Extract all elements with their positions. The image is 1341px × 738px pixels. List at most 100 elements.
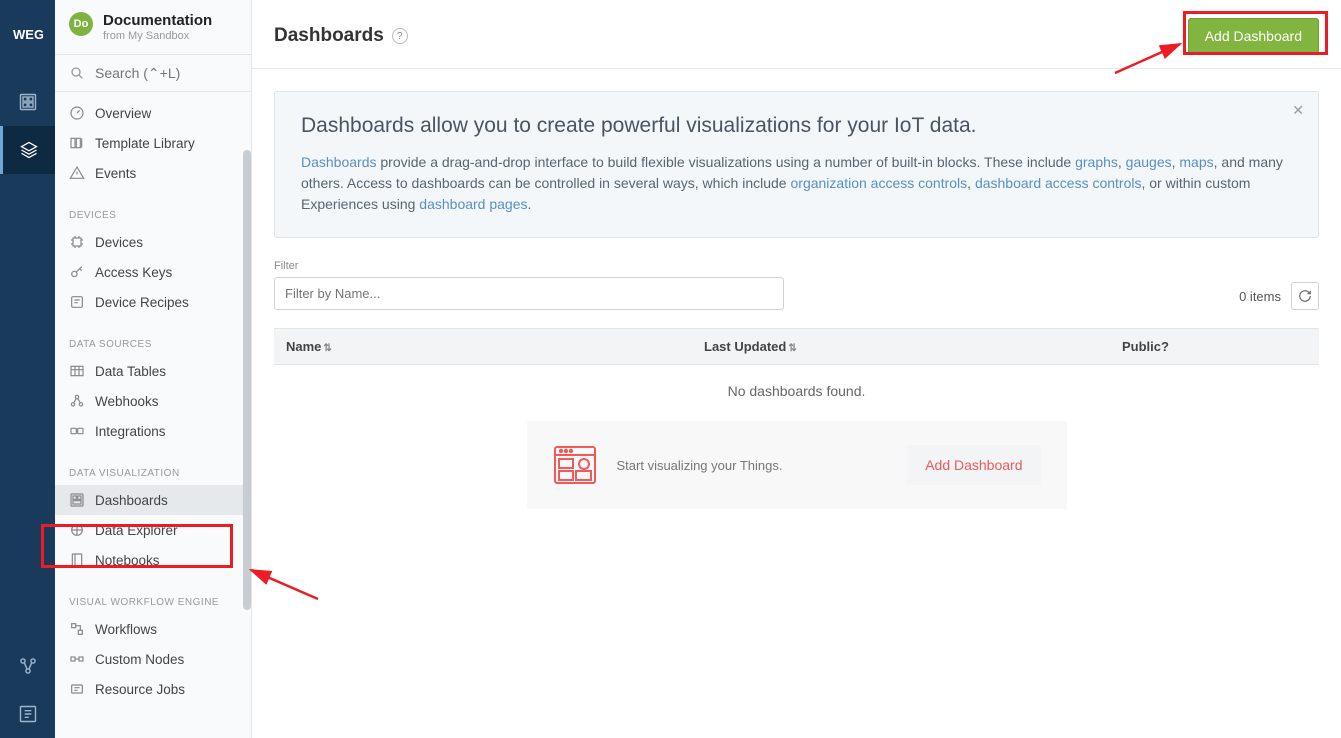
nav-label: Data Explorer (95, 523, 178, 538)
nav-custom-nodes[interactable]: Custom Nodes (55, 644, 251, 674)
nav-heading: VISUAL WORKFLOW ENGINE (55, 587, 251, 614)
link-org-access[interactable]: organization access controls (791, 175, 968, 191)
link-gauges[interactable]: gauges (1126, 154, 1172, 170)
nav-template-library[interactable]: Template Library (55, 128, 251, 158)
nav-label: Custom Nodes (95, 652, 184, 667)
sort-icon: ⇅ (323, 343, 331, 354)
nav-label: Devices (95, 235, 143, 250)
nav-notebooks[interactable]: Notebooks (55, 545, 251, 575)
jobs-icon (69, 681, 85, 697)
nav-data-explorer[interactable]: Data Explorer (55, 515, 251, 545)
search-icon (69, 65, 85, 81)
app-badge: Do (69, 12, 93, 36)
nav-integrations[interactable]: Integrations (55, 416, 251, 446)
empty-add-dashboard-button[interactable]: Add Dashboard (907, 445, 1040, 485)
filter-row: Filter 0 items (274, 260, 1319, 310)
plug-icon (69, 423, 85, 439)
banner-body: Dashboards provide a drag-and-drop inter… (301, 152, 1292, 215)
nav-label: Notebooks (95, 553, 160, 568)
nav-overview[interactable]: Overview (55, 98, 251, 128)
close-icon[interactable]: ✕ (1292, 102, 1304, 119)
gauge-icon (69, 105, 85, 121)
icon-rail: WEG (0, 0, 55, 738)
nav-device-recipes[interactable]: Device Recipes (55, 287, 251, 317)
add-dashboard-button[interactable]: Add Dashboard (1188, 18, 1319, 54)
col-public[interactable]: Public? (1110, 329, 1256, 365)
recipe-icon (69, 294, 85, 310)
nav-heading: DATA SOURCES (55, 329, 251, 356)
page-title: Dashboards (274, 25, 384, 47)
rail-bottom-icon[interactable] (0, 690, 55, 738)
nav-section-workflow: VISUAL WORKFLOW ENGINE Workflows Custom … (55, 581, 251, 710)
explorer-icon (69, 522, 85, 538)
cpu-icon (69, 234, 85, 250)
nav-section-datasources: DATA SOURCES Data Tables Webhooks Integr… (55, 323, 251, 452)
sidebar: Do Documentation from My Sandbox Overvie… (55, 0, 252, 738)
filter-input[interactable] (274, 277, 784, 310)
nav-data-tables[interactable]: Data Tables (55, 356, 251, 386)
nav-label: Template Library (95, 136, 195, 151)
link-maps[interactable]: maps (1179, 154, 1213, 170)
sort-icon: ⇅ (788, 343, 796, 354)
page-header: Dashboards ? Add Dashboard (252, 0, 1341, 69)
nav-label: Data Tables (95, 364, 166, 379)
rail-applications-icon[interactable] (0, 126, 55, 174)
search-input[interactable] (95, 65, 237, 81)
empty-message: No dashboards found. (274, 365, 1319, 409)
nav-label: Resource Jobs (95, 682, 185, 697)
rail-dashboards-icon[interactable] (0, 78, 55, 126)
sidebar-scrollbar[interactable] (243, 150, 251, 610)
link-dashboard-pages[interactable]: dashboard pages (419, 196, 527, 212)
nav-dashboards[interactable]: Dashboards (55, 485, 251, 515)
filter-label: Filter (274, 260, 784, 272)
nav-label: Workflows (95, 622, 157, 637)
col-name[interactable]: Name⇅ (274, 329, 692, 365)
notebook-icon (69, 552, 85, 568)
nav-label: Dashboards (95, 493, 168, 508)
help-icon[interactable]: ? (392, 28, 408, 44)
empty-state-card: Start visualizing your Things. Add Dashb… (527, 421, 1067, 509)
empty-text: Start visualizing your Things. (617, 458, 888, 473)
col-updated[interactable]: Last Updated⇅ (692, 329, 1110, 365)
dashboard-illustration-icon (553, 443, 597, 487)
warning-icon (69, 165, 85, 181)
brand-logo[interactable]: WEG (0, 10, 55, 58)
info-banner: ✕ Dashboards allow you to create powerfu… (274, 91, 1319, 238)
nav-label: Events (95, 166, 136, 181)
rail-workflows-icon[interactable] (0, 642, 55, 690)
nav-devices[interactable]: Devices (55, 227, 251, 257)
items-count: 0 items (1239, 289, 1281, 304)
dashboard-icon (69, 492, 85, 508)
app-header[interactable]: Do Documentation from My Sandbox (55, 0, 251, 55)
nav-label: Webhooks (95, 394, 159, 409)
nav-section-devices: DEVICES Devices Access Keys Device Recip… (55, 194, 251, 323)
search-row[interactable] (55, 55, 251, 92)
nav-heading: DEVICES (55, 200, 251, 227)
main-content: Dashboards ? Add Dashboard ✕ Dashboards … (252, 0, 1341, 738)
table-icon (69, 363, 85, 379)
nav-label: Integrations (95, 424, 166, 439)
nav-resource-jobs[interactable]: Resource Jobs (55, 674, 251, 704)
link-dash-access[interactable]: dashboard access controls (975, 175, 1142, 191)
library-icon (69, 135, 85, 151)
svg-text:WEG: WEG (13, 27, 43, 42)
nav-webhooks[interactable]: Webhooks (55, 386, 251, 416)
nav-label: Overview (95, 106, 151, 121)
nav-label: Access Keys (95, 265, 172, 280)
app-subtitle: from My Sandbox (103, 30, 212, 42)
banner-heading: Dashboards allow you to create powerful … (301, 114, 1292, 138)
link-dashboards[interactable]: Dashboards (301, 154, 377, 170)
nav-label: Device Recipes (95, 295, 189, 310)
nodes-icon (69, 651, 85, 667)
nav-events[interactable]: Events (55, 158, 251, 188)
nav-workflows[interactable]: Workflows (55, 614, 251, 644)
link-graphs[interactable]: graphs (1075, 154, 1118, 170)
webhook-icon (69, 393, 85, 409)
nav-top-section: Overview Template Library Events (55, 92, 251, 194)
workflow-icon (69, 621, 85, 637)
refresh-button[interactable] (1291, 282, 1319, 310)
nav-access-keys[interactable]: Access Keys (55, 257, 251, 287)
dashboards-table: Name⇅ Last Updated⇅ Public? (274, 328, 1319, 365)
nav-heading: DATA VISUALIZATION (55, 458, 251, 485)
nav-section-dataviz: DATA VISUALIZATION Dashboards Data Explo… (55, 452, 251, 581)
